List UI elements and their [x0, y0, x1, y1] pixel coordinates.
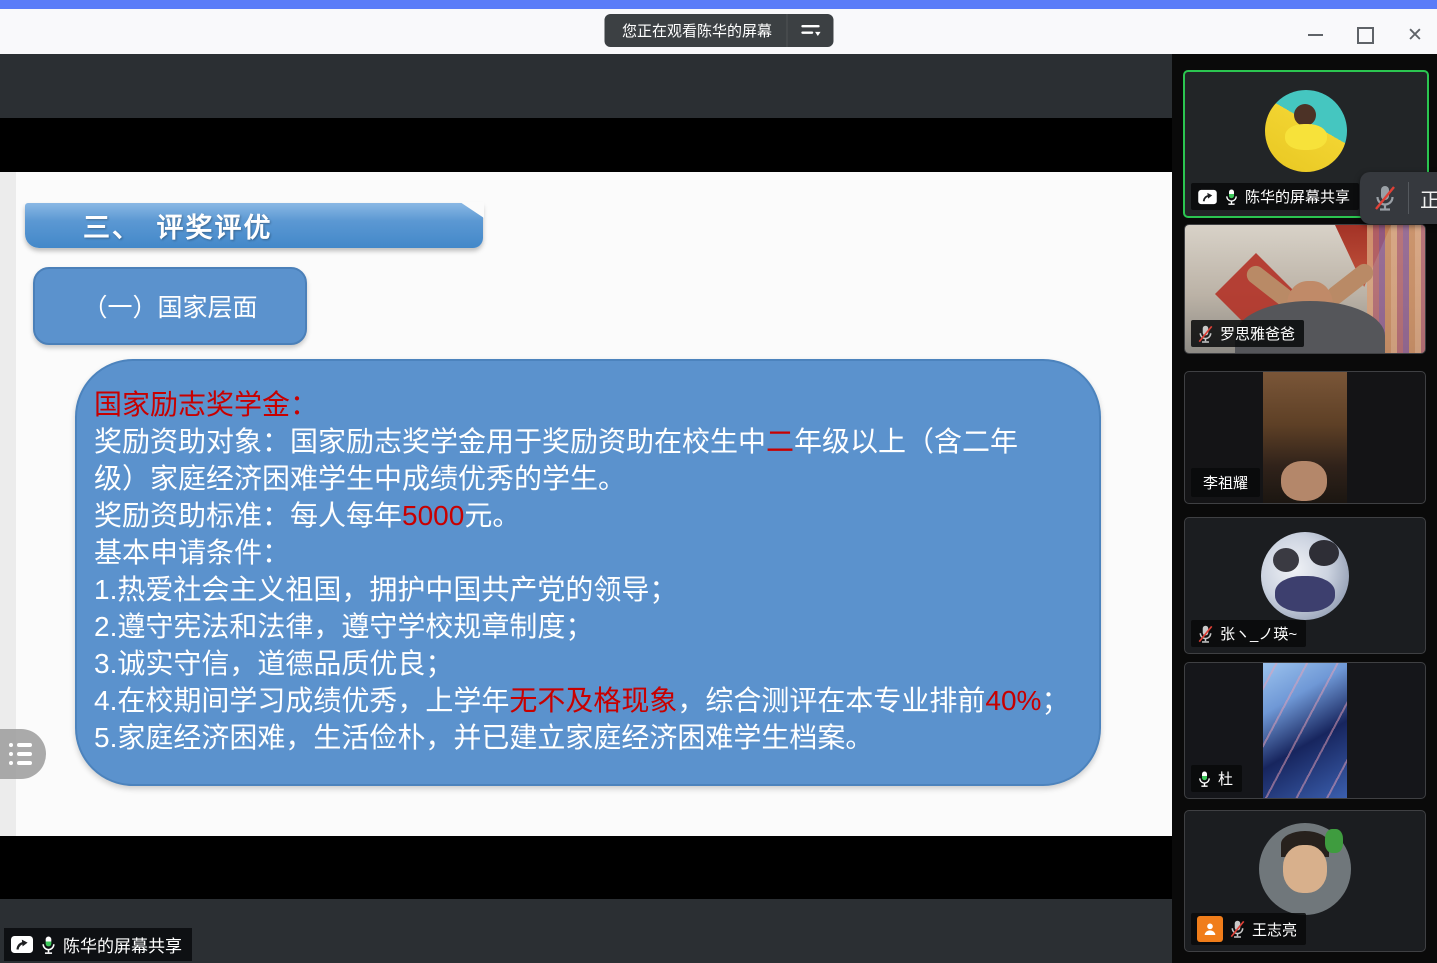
- avatar: [1261, 532, 1349, 620]
- hamburger-caret-icon: [799, 23, 821, 39]
- person-badge-icon: [1197, 916, 1223, 942]
- screen-share-status-label: 陈华的屏幕共享: [4, 928, 192, 961]
- meeting-window: 您正在观看陈华的屏幕 ✕ 三、 评奖评优 （一）国家层面: [0, 0, 1437, 963]
- share-label-text: 陈华的屏幕共享: [63, 932, 182, 957]
- window-controls: ✕: [1305, 23, 1425, 47]
- slide-body-line: 2.遵守宪法和法律，遵守学校规章制度；: [94, 608, 1089, 645]
- participant-name: 李祖耀: [1203, 472, 1248, 493]
- participant-tile-du[interactable]: 杜: [1184, 662, 1426, 799]
- mic-on-icon: [40, 935, 57, 955]
- slide-content-box: 国家励志奖学金：奖励资助对象：国家励志奖学金用于奖励资助在校生中二年级以上（含二…: [75, 359, 1101, 786]
- minimize-button[interactable]: [1305, 25, 1325, 45]
- mic-muted-icon: [1373, 185, 1397, 211]
- mic-muted-icon: [1197, 325, 1214, 343]
- participant-video: [1263, 372, 1347, 503]
- shared-screen-top-gray-band: [0, 54, 1172, 118]
- participant-name-bar: 张ヽ_ノ瑛~: [1191, 620, 1306, 647]
- screen-share-icon: [1197, 189, 1218, 205]
- participant-name: 陈华的屏幕共享: [1245, 186, 1350, 207]
- participant-name-bar: 李祖耀: [1191, 468, 1260, 497]
- participant-video: [1263, 663, 1347, 798]
- slide-section-title: 三、 评奖评优: [25, 206, 273, 245]
- participant-name: 王志亮: [1252, 919, 1297, 940]
- slide-body-line: 级）家庭经济困难学生中成绩优秀的学生。: [94, 460, 1089, 497]
- mic-muted-icon: [1229, 920, 1246, 938]
- titlebar: 您正在观看陈华的屏幕 ✕: [0, 9, 1437, 55]
- participant-name-bar: 杜: [1191, 765, 1242, 792]
- participant-tile-zhangying[interactable]: 张ヽ_ノ瑛~: [1184, 517, 1426, 654]
- viewing-screen-banner[interactable]: 您正在观看陈华的屏幕: [604, 14, 833, 47]
- slide-body-line: 奖励资助标准：每人每年5000元。: [94, 497, 1089, 534]
- participant-name: 罗思雅爸爸: [1220, 323, 1295, 344]
- shared-screen-bottom-gray-band: 陈华的屏幕共享: [0, 899, 1172, 963]
- shared-screen-bottom-black-band: [0, 836, 1172, 899]
- slide-body-line: 1.热爱社会主义祖国，拥护中国共产党的领导；: [94, 571, 1089, 608]
- slide-body-line: 国家励志奖学金：: [94, 386, 1089, 423]
- avatar: [1265, 90, 1347, 172]
- floating-mute-control[interactable]: 正: [1360, 172, 1437, 224]
- slide-body-line: 3.诚实守信，道德品质优良；: [94, 645, 1089, 682]
- close-button[interactable]: ✕: [1405, 25, 1425, 45]
- mic-on-icon: [1197, 770, 1212, 788]
- mic-on-icon: [1224, 188, 1239, 206]
- avatar: [1259, 823, 1351, 915]
- viewing-screen-label: 您正在观看陈华的屏幕: [604, 20, 786, 41]
- participant-name: 杜: [1218, 768, 1233, 789]
- shared-screen-top-black-band: [0, 118, 1172, 172]
- participant-name-bar: 王志亮: [1191, 913, 1306, 945]
- window-top-accent-strip: [0, 0, 1437, 9]
- participant-name-bar: 陈华的屏幕共享: [1191, 183, 1359, 210]
- maximize-icon: [1357, 27, 1374, 44]
- minimize-icon: [1308, 34, 1323, 36]
- slide-body: 国家励志奖学金：奖励资助对象：国家励志奖学金用于奖励资助在校生中二年级以上（含二…: [77, 361, 1099, 756]
- slide-section-banner: 三、 评奖评优: [25, 203, 483, 248]
- slide-body-line: 4.在校期间学习成绩优秀，上学年无不及格现象，综合测评在本专业排前40%；: [94, 682, 1089, 719]
- list-icon: [9, 743, 46, 747]
- slide-subsection-banner: （一）国家层面: [33, 267, 307, 345]
- mic-muted-icon: [1197, 625, 1214, 643]
- slide-body-line: 奖励资助对象：国家励志奖学金用于奖励资助在校生中二年级以上（含二年: [94, 423, 1089, 460]
- close-icon: ✕: [1407, 26, 1423, 45]
- clipped-overlay-text: 正: [1420, 184, 1437, 213]
- slide-body-line: 5.家庭经济困难，生活俭朴，并已建立家庭经济困难学生档案。: [94, 719, 1089, 756]
- participant-name-bar: 罗思雅爸爸: [1191, 320, 1304, 347]
- shared-slide: 三、 评奖评优 （一）国家层面 国家励志奖学金：奖励资助对象：国家励志奖学金用于…: [0, 172, 1172, 836]
- participant-name: 张ヽ_ノ瑛~: [1220, 623, 1297, 644]
- banner-fold-decoration: [460, 202, 484, 218]
- participant-tile-luosiya-dad[interactable]: 罗思雅爸爸: [1184, 224, 1426, 354]
- slide-body-line: 基本申请条件：: [94, 534, 1089, 571]
- slide-subsection-title: （一）国家层面: [82, 288, 257, 324]
- divider: [1408, 182, 1409, 214]
- screen-share-icon: [10, 935, 34, 954]
- view-options-menu-button[interactable]: [786, 14, 833, 47]
- participant-tile-lizuyao[interactable]: 李祖耀: [1184, 371, 1426, 504]
- maximize-button[interactable]: [1355, 25, 1375, 45]
- participant-tile-wangzhiliang[interactable]: 王志亮: [1184, 810, 1426, 952]
